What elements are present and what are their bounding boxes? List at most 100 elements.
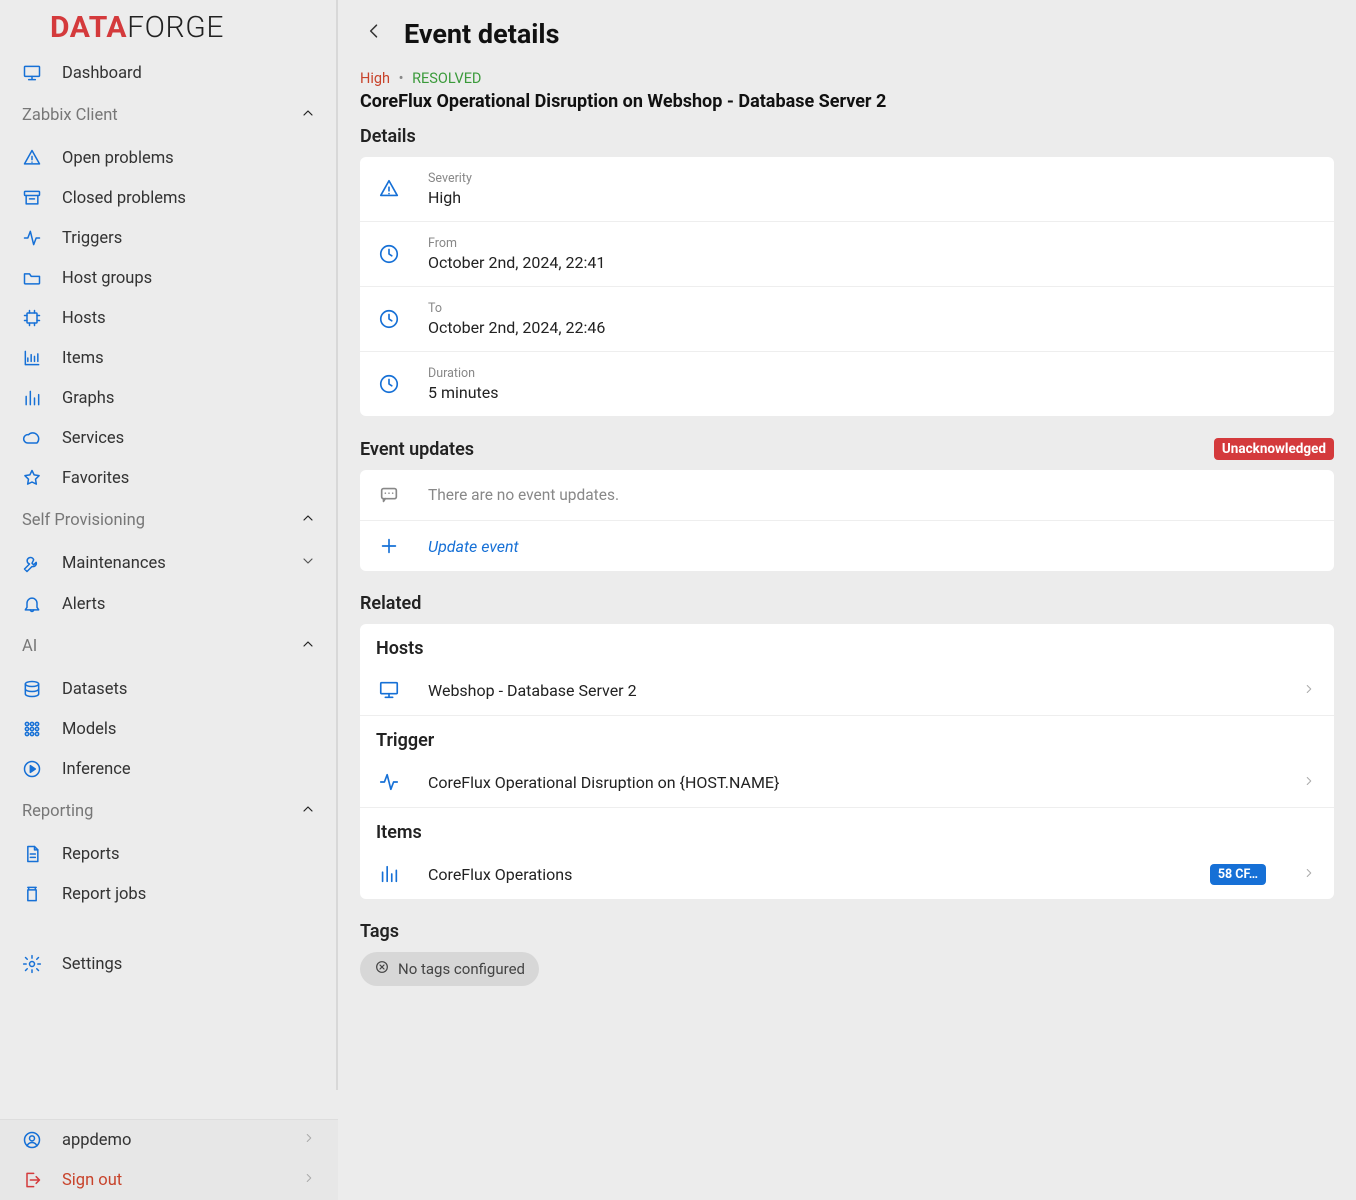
related-trigger-name: CoreFlux Operational Disruption on {HOST…	[428, 773, 1274, 792]
sidebar-item-items[interactable]: Items	[0, 338, 338, 378]
sidebar-item-maintenances[interactable]: Maintenances	[0, 543, 338, 584]
bar-chart-box-icon	[22, 348, 42, 368]
bell-icon	[22, 594, 42, 614]
related-card: Hosts Webshop - Database Server 2 Trigge…	[360, 624, 1334, 899]
back-button[interactable]	[360, 19, 388, 49]
monitor-icon	[378, 679, 400, 701]
detail-value: High	[428, 188, 1316, 207]
separator: •	[399, 70, 404, 87]
page-title: Event details	[404, 18, 559, 50]
related-host-row[interactable]: Webshop - Database Server 2	[360, 665, 1334, 716]
clock-icon	[378, 373, 400, 395]
grid-dots-icon	[22, 719, 42, 739]
sidebar-section-zabbix[interactable]: Zabbix Client	[0, 93, 338, 138]
sidebar-item-services[interactable]: Services	[0, 418, 338, 458]
x-circle-icon	[374, 959, 390, 979]
sidebar-item-inference[interactable]: Inference	[0, 749, 338, 789]
related-host-name: Webshop - Database Server 2	[428, 681, 1274, 700]
chevron-right-icon	[1302, 865, 1316, 884]
sidebar-item-label: Graphs	[62, 389, 114, 408]
chevron-up-icon	[300, 105, 316, 126]
cpu-icon	[22, 308, 42, 328]
related-trigger-heading: Trigger	[360, 716, 1334, 757]
detail-value: October 2nd, 2024, 22:41	[428, 253, 1316, 272]
wrench-icon	[22, 554, 42, 574]
sidebar-item-graphs[interactable]: Graphs	[0, 378, 338, 418]
related-item-row[interactable]: CoreFlux Operations 58 CF…	[360, 849, 1334, 899]
signout-label: Sign out	[62, 1171, 122, 1190]
logo[interactable]: DATAFORGE	[0, 0, 338, 53]
chevron-right-icon	[302, 1131, 316, 1150]
sidebar-item-label: Host groups	[62, 269, 152, 288]
severity-label: High	[360, 70, 390, 87]
updates-header: Event updates Unacknowledged	[360, 438, 1334, 460]
sidebar-section-ai[interactable]: AI	[0, 624, 338, 669]
gear-icon	[22, 954, 42, 974]
chevron-up-icon	[300, 510, 316, 531]
section-label: Self Provisioning	[22, 511, 145, 530]
tags-heading: Tags	[360, 921, 1334, 942]
sidebar-section-self-provisioning[interactable]: Self Provisioning	[0, 498, 338, 543]
sidebar-item-user[interactable]: appdemo	[0, 1120, 338, 1160]
sidebar-item-label: Report jobs	[62, 885, 146, 904]
folder-icon	[22, 268, 42, 288]
logout-icon	[22, 1170, 42, 1190]
sidebar-item-settings[interactable]: Settings	[0, 944, 338, 984]
cloud-icon	[22, 428, 42, 448]
chat-icon	[378, 484, 400, 506]
sidebar-item-hosts[interactable]: Hosts	[0, 298, 338, 338]
bar-chart-icon	[22, 388, 42, 408]
sidebar-item-label: Alerts	[62, 595, 105, 614]
sidebar-item-triggers[interactable]: Triggers	[0, 218, 338, 258]
sidebar-divider	[336, 0, 338, 1090]
sidebar-item-models[interactable]: Models	[0, 709, 338, 749]
bar-chart-icon	[378, 863, 400, 885]
sidebar-item-label: Settings	[62, 955, 122, 974]
chevron-right-icon	[1302, 681, 1316, 700]
sidebar-section-reporting[interactable]: Reporting	[0, 789, 338, 834]
sidebar-item-report-jobs[interactable]: Report jobs	[0, 874, 338, 914]
update-event-button[interactable]: Update event	[360, 521, 1334, 571]
detail-label: Duration	[428, 366, 1316, 381]
sidebar-item-dashboard[interactable]: Dashboard	[0, 53, 338, 93]
sidebar-item-label: Triggers	[62, 229, 122, 248]
no-tags-chip: No tags configured	[360, 952, 539, 986]
update-event-label: Update event	[428, 537, 1316, 556]
sidebar-item-alerts[interactable]: Alerts	[0, 584, 338, 624]
detail-label: From	[428, 236, 1316, 251]
sidebar-item-open-problems[interactable]: Open problems	[0, 138, 338, 178]
section-label: AI	[22, 637, 37, 656]
sidebar-item-label: Open problems	[62, 149, 174, 168]
detail-label: To	[428, 301, 1316, 316]
related-heading: Related	[360, 593, 1334, 614]
sidebar-item-reports[interactable]: Reports	[0, 834, 338, 874]
sidebar-item-signout[interactable]: Sign out	[0, 1160, 338, 1200]
sidebar-bottom: appdemo Sign out	[0, 1119, 338, 1200]
sidebar-item-favorites[interactable]: Favorites	[0, 458, 338, 498]
status-line: High • RESOLVED	[360, 70, 1334, 87]
archive-icon	[22, 188, 42, 208]
page-header: Event details	[360, 18, 1334, 50]
detail-row-to: To October 2nd, 2024, 22:46	[360, 287, 1334, 352]
related-items-heading: Items	[360, 808, 1334, 849]
alert-triangle-icon	[378, 178, 400, 200]
related-item-name: CoreFlux Operations	[428, 865, 1182, 884]
section-label: Zabbix Client	[22, 106, 118, 125]
play-circle-icon	[22, 759, 42, 779]
event-name: CoreFlux Operational Disruption on Websh…	[360, 91, 1334, 112]
updates-empty-text: There are no event updates.	[428, 486, 1316, 504]
sidebar-item-label: Datasets	[62, 680, 127, 699]
updates-card: There are no event updates. Update event	[360, 470, 1334, 571]
sidebar-item-datasets[interactable]: Datasets	[0, 669, 338, 709]
sidebar-item-label: Items	[62, 349, 104, 368]
details-heading: Details	[360, 126, 1334, 147]
sidebar-item-label: Reports	[62, 845, 120, 864]
related-trigger-row[interactable]: CoreFlux Operational Disruption on {HOST…	[360, 757, 1334, 808]
jar-icon	[22, 884, 42, 904]
user-label: appdemo	[62, 1131, 131, 1150]
item-value-badge: 58 CF…	[1210, 864, 1266, 885]
sidebar-item-closed-problems[interactable]: Closed problems	[0, 178, 338, 218]
updates-empty-row: There are no event updates.	[360, 470, 1334, 521]
detail-label: Severity	[428, 171, 1316, 186]
sidebar-item-host-groups[interactable]: Host groups	[0, 258, 338, 298]
